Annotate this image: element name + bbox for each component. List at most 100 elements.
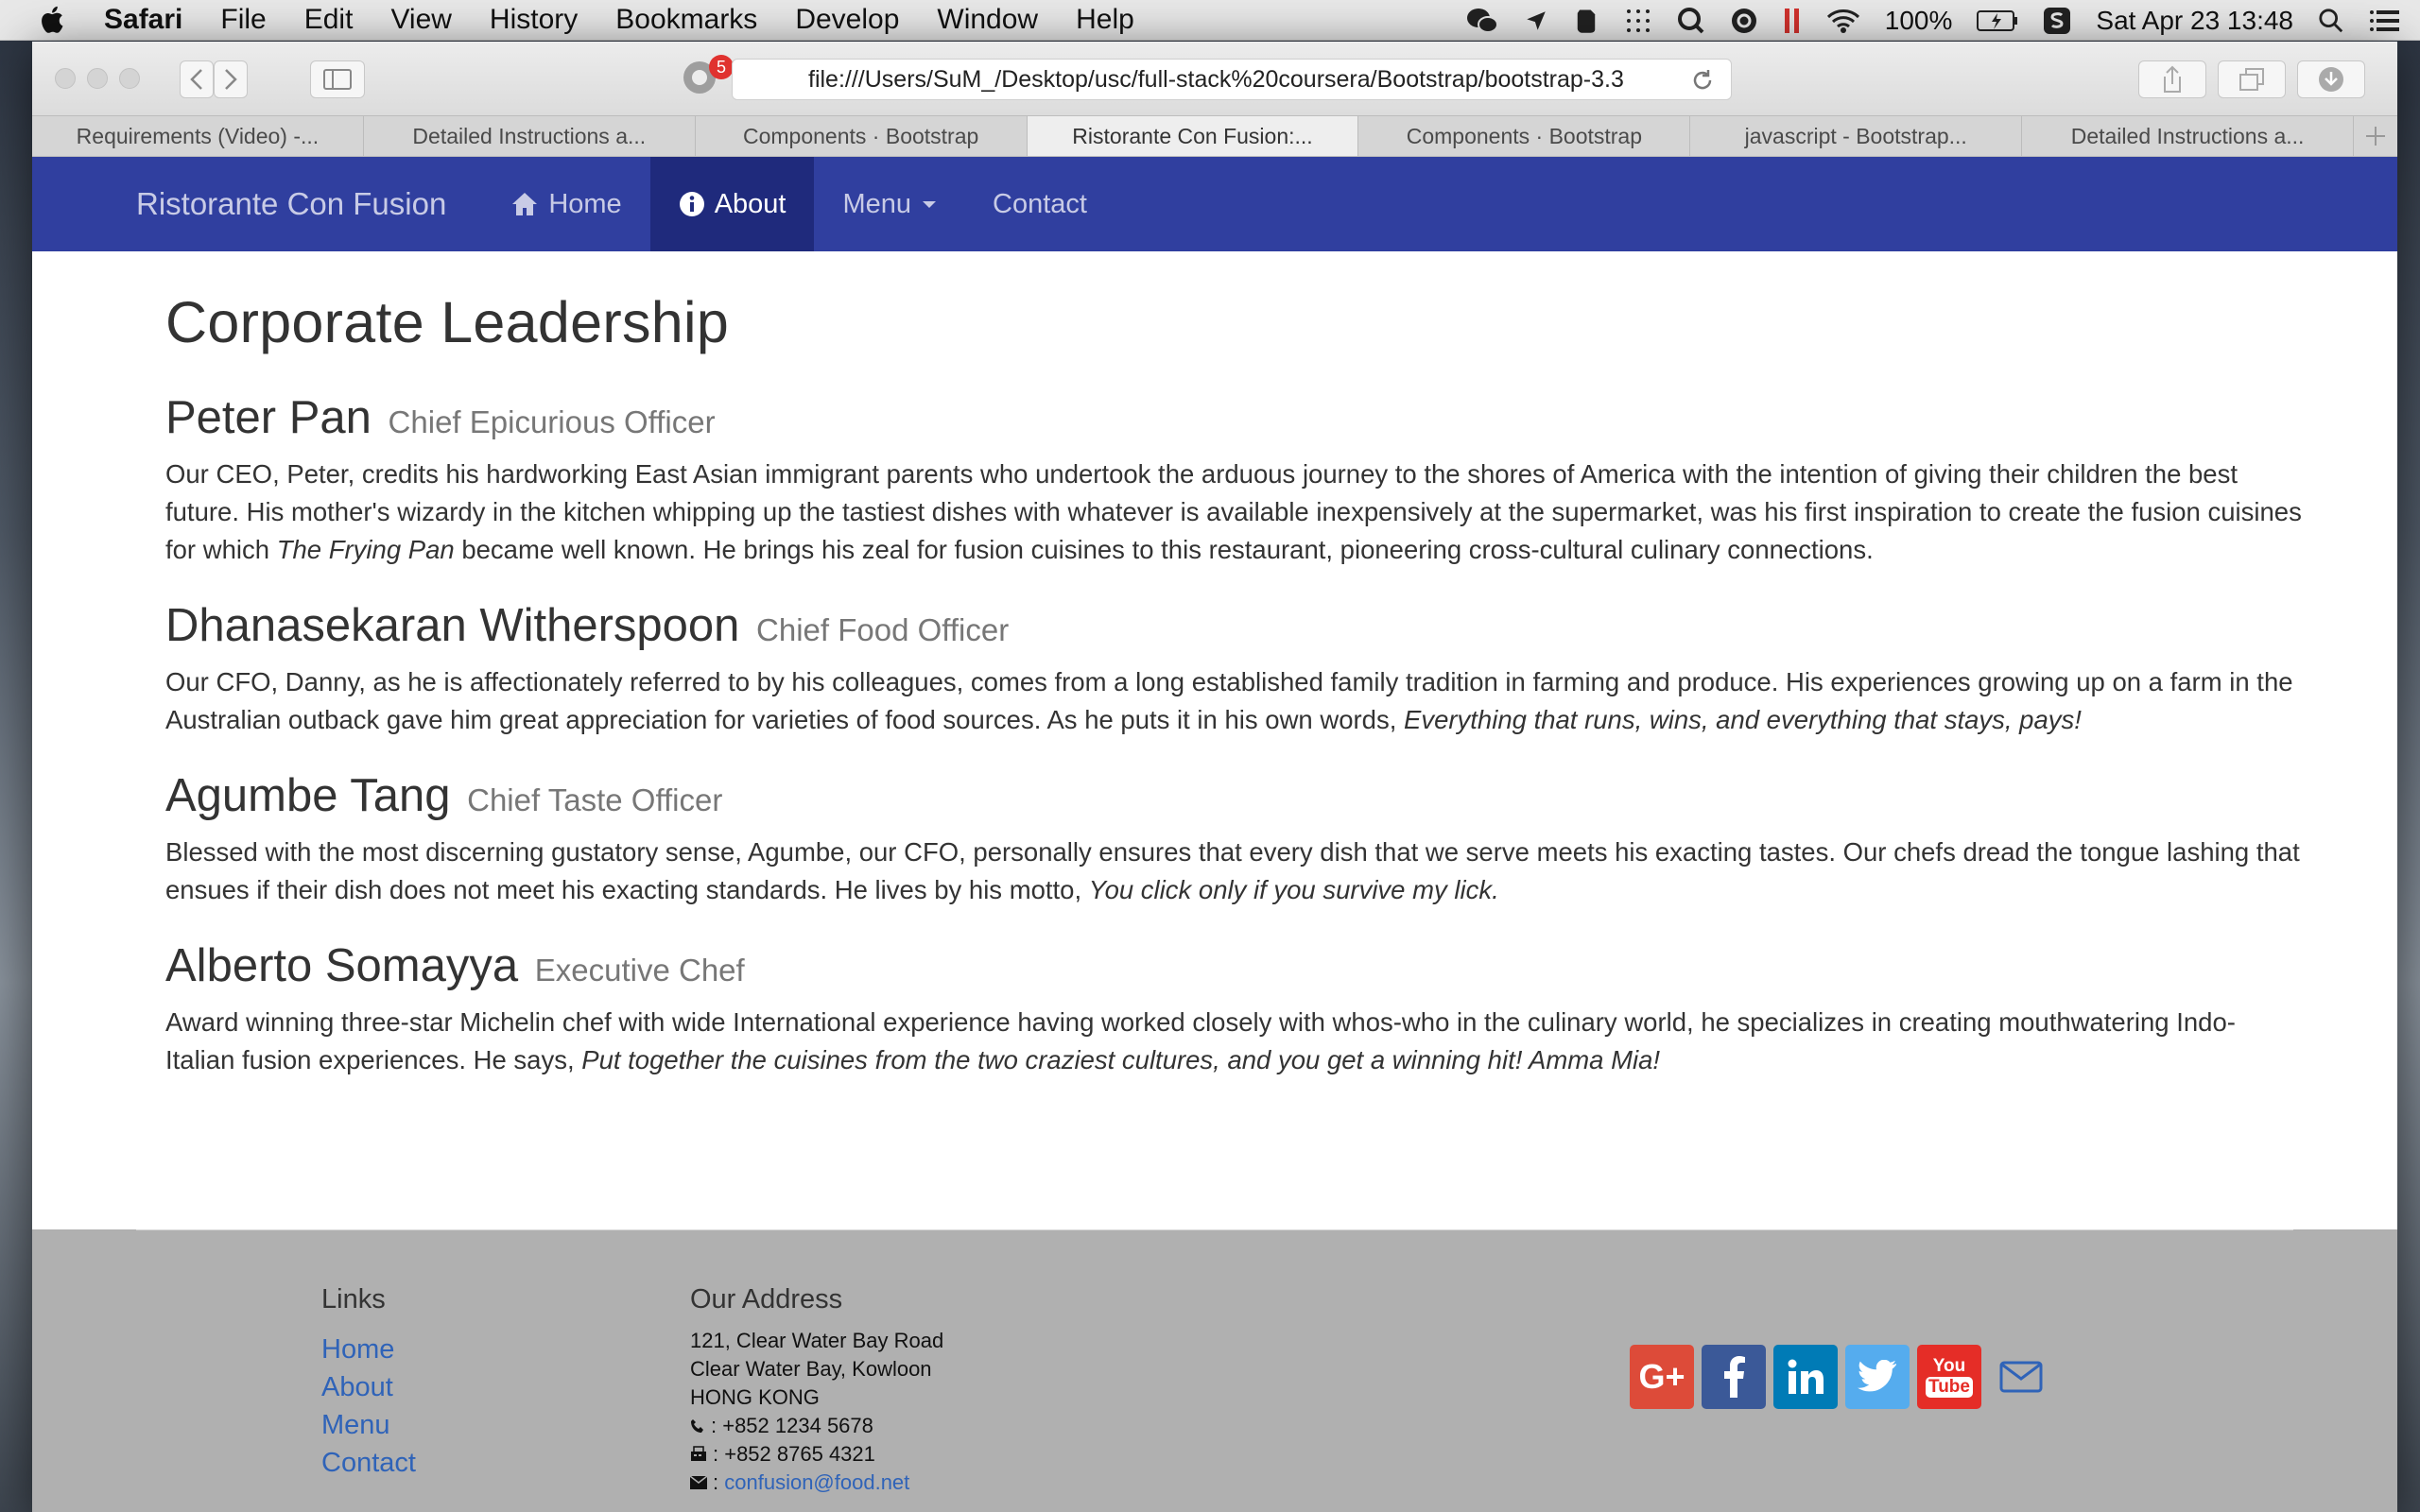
browser-toolbar: 5 file:///Users/SuM_/Desktop/usc/full-st… [32,42,2397,115]
menu-bookmarks[interactable]: Bookmarks [615,4,757,36]
menu-view[interactable]: View [390,4,451,36]
leader-bio-emphasis: Put together the cuisines from the two c… [581,1045,1661,1074]
tabs-overview-icon [2239,68,2264,91]
menu-develop[interactable]: Develop [795,4,899,36]
email-button[interactable] [1989,1345,2053,1409]
linkedin-icon [1788,1359,1824,1394]
nav-home[interactable]: Home [482,157,649,251]
youtube-button[interactable]: You Tube [1917,1345,1981,1409]
wifi-icon[interactable] [1826,8,1860,34]
dots-grid-icon[interactable] [1624,7,1652,35]
battery-icon[interactable] [1977,9,2018,32]
fax-number: : +852 8765 4321 [713,1442,875,1466]
nav-contact[interactable]: Contact [964,157,1115,251]
tab-requirements[interactable]: Requirements (Video) -... [32,116,364,156]
leader-name: Dhanasekaran Witherspoon [165,600,740,651]
leader-name-heading: Dhanasekaran Witherspoon Chief Food Offi… [165,599,2302,652]
spotlight-search-icon[interactable] [2318,8,2344,34]
menu-edit[interactable]: Edit [304,4,354,36]
share-button[interactable] [2138,60,2206,98]
location-arrow-icon[interactable] [1524,9,1548,33]
navbar-brand[interactable]: Ristorante Con Fusion [136,157,446,251]
downloads-button[interactable] [2297,60,2365,98]
close-window-button[interactable] [55,68,76,89]
address-line: HONG KONG [690,1385,820,1409]
google-plus-icon: G+ [1638,1357,1685,1396]
evernote-icon[interactable] [1573,7,1599,35]
leader-bio-emphasis: Everything that runs, wins, and everythi… [1404,705,2082,734]
linkedin-button[interactable] [1773,1345,1838,1409]
reload-icon[interactable] [1689,67,1716,94]
safari-window: 5 file:///Users/SuM_/Desktop/usc/full-st… [32,42,2397,1512]
phone-number: : +852 1234 5678 [711,1414,873,1437]
leader-bio-emphasis: You click only if you survive my lick. [1088,875,1499,904]
google-plus-button[interactable]: G+ [1630,1345,1694,1409]
facebook-button[interactable] [1702,1345,1766,1409]
twitter-icon [1858,1360,1896,1392]
site-navbar: Ristorante Con Fusion Home About Menu Co… [32,157,2397,251]
sidebar-toggle-button[interactable] [310,60,365,98]
footer-address: Our Address 121, Clear Water Bay Road Cl… [690,1284,943,1497]
nav-about-label: About [714,188,786,219]
menu-history[interactable]: History [490,4,578,36]
envelope-icon [1999,1361,2043,1393]
footer-link-home[interactable]: Home [321,1331,416,1368]
tab-detailed-instructions-2[interactable]: Detailed Instructions a... [2022,116,2355,156]
menu-help[interactable]: Help [1076,4,1134,36]
email-line: : confusion@food.net [690,1469,943,1497]
nav-menu-dropdown[interactable]: Menu [814,157,964,251]
tab-ristorante-con-fusion[interactable]: Ristorante Con Fusion:... [1027,116,1359,156]
leader-name: Alberto Somayya [165,940,519,991]
footer-divider [136,1229,2293,1230]
notification-center-icon[interactable] [2369,9,2401,33]
forward-button[interactable] [214,60,248,98]
leader-name-heading: Agumbe Tang Chief Taste Officer [165,769,2302,822]
nav-contact-label: Contact [993,188,1087,219]
new-tab-button[interactable] [2354,116,2397,156]
footer-link-about[interactable]: About [321,1368,416,1406]
menu-app-safari[interactable]: Safari [104,4,182,36]
twitter-button[interactable] [1845,1345,1910,1409]
leader-name-heading: Alberto Somayya Executive Chef [165,939,2302,992]
leader-bio: Blessed with the most discerning gustato… [165,833,2302,909]
plus-icon [2366,127,2385,146]
tab-javascript-bootstrap[interactable]: javascript - Bootstrap... [1690,116,2023,156]
search-magnifier-icon[interactable] [1677,7,1705,35]
share-icon [2164,65,2181,93]
pause-bars-icon[interactable] [1783,7,1802,35]
back-button[interactable] [180,60,214,98]
phone-line: : +852 1234 5678 [690,1412,943,1440]
apple-logo-icon[interactable] [36,3,70,37]
leader-bio: Our CFO, Danny, as he is affectionately … [165,663,2302,739]
youtube-icon-tube: Tube [1926,1377,1973,1398]
menu-file[interactable]: File [220,4,266,36]
leader-section: Dhanasekaran Witherspoon Chief Food Offi… [165,599,2302,739]
tab-components-bootstrap-2[interactable]: Components · Bootstrap [1358,116,1691,156]
leader-bio-text-end: became well known. He brings his zeal fo… [454,535,1874,564]
footer-link-menu[interactable]: Menu [321,1406,416,1444]
menu-window[interactable]: Window [937,4,1038,36]
tab-components-bootstrap-1[interactable]: Components · Bootstrap [696,116,1028,156]
leader-bio-emphasis: The Frying Pan [276,535,455,564]
home-icon [512,193,538,215]
clock-datetime[interactable]: Sat Apr 23 13:48 [2096,6,2293,36]
extension-button[interactable]: 5 [681,55,734,100]
email-link[interactable]: confusion@food.net [724,1469,909,1497]
footer-link-contact[interactable]: Contact [321,1444,416,1482]
macos-menu-bar: Safari File Edit View History Bookmarks … [0,0,2420,41]
tabs-overview-button[interactable] [2218,60,2286,98]
address-bar[interactable]: file:///Users/SuM_/Desktop/usc/full-stac… [732,59,1732,100]
url-text[interactable]: file:///Users/SuM_/Desktop/usc/full-stac… [808,66,1659,94]
grammarly-icon[interactable] [1730,7,1758,35]
leader-name: Agumbe Tang [165,770,451,821]
tab-detailed-instructions-1[interactable]: Detailed Instructions a... [364,116,696,156]
sidebar-icon [323,69,352,90]
site-footer: Links Home About Menu Contact Our Addres… [32,1229,2397,1512]
footer-links: Links Home About Menu Contact [321,1284,416,1482]
zoom-window-button[interactable] [119,68,140,89]
app-s-icon[interactable] [2043,7,2071,35]
fax-icon [691,1446,706,1461]
wechat-icon[interactable] [1465,7,1499,35]
minimize-window-button[interactable] [87,68,108,89]
nav-about[interactable]: About [649,157,815,251]
